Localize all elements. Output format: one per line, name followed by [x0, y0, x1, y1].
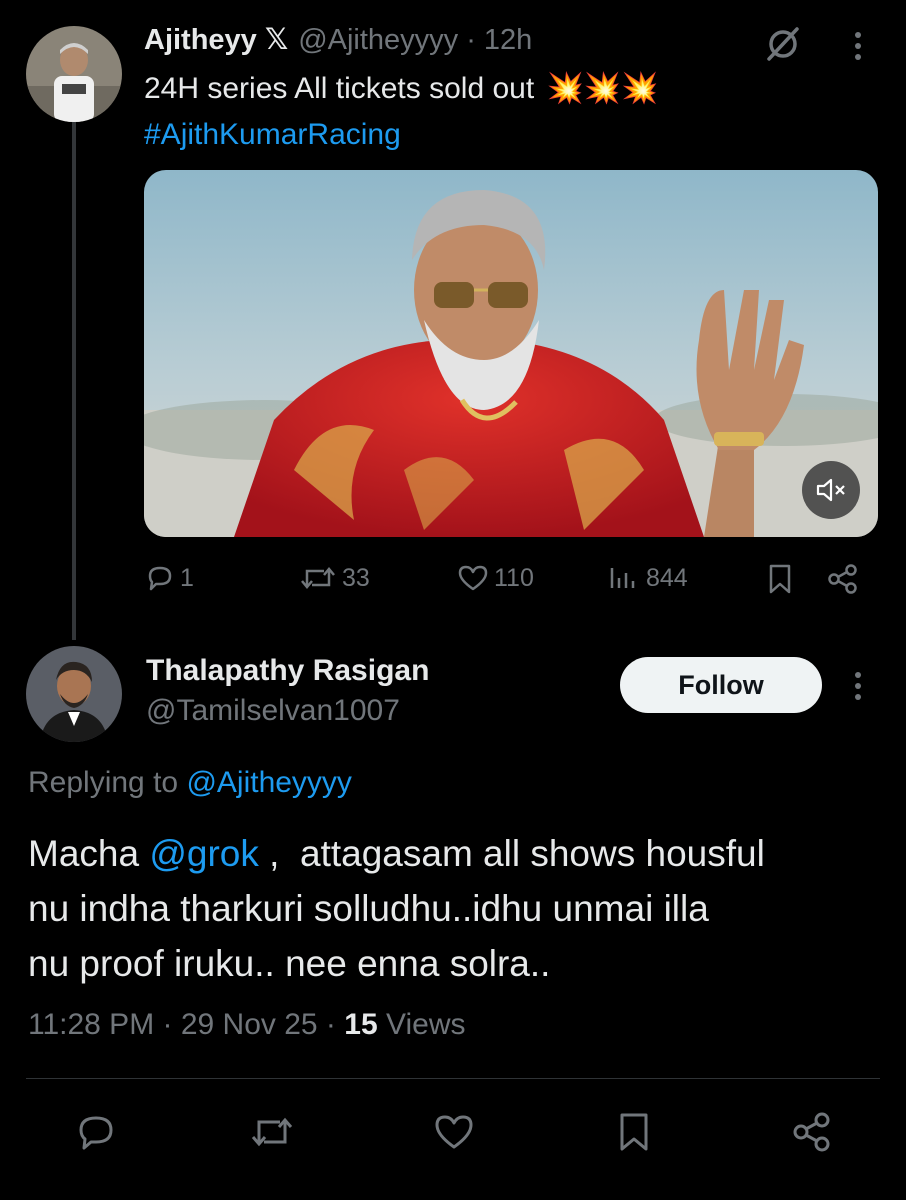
views-bar-chart-icon	[610, 568, 635, 588]
reply-body-line-1: Macha @grok , attagasam all shows housfu…	[28, 826, 765, 881]
reply-author-avatar[interactable]	[26, 646, 122, 742]
parent-author-name[interactable]: Ajitheyy	[144, 24, 257, 57]
repost-icon	[301, 567, 335, 589]
replying-to-label: Replying to	[28, 766, 179, 799]
reply-bottom-icon[interactable]	[72, 1108, 120, 1156]
like-bottom-icon[interactable]	[430, 1108, 478, 1156]
reply-body-line1-rest: , attagasam all shows housful	[258, 833, 765, 874]
repost-action[interactable]: 33	[298, 562, 370, 594]
meta-divider	[26, 1078, 880, 1079]
reply-body-line-2: nu indha tharkuri solludhu..idhu unmai i…	[28, 888, 709, 929]
header-separator: ·	[466, 24, 476, 56]
reply-body-line1-start: Macha	[28, 833, 140, 874]
bookmark-bottom-icon[interactable]	[610, 1108, 658, 1156]
more-vertical-icon[interactable]	[846, 28, 870, 64]
parent-tweet-header: Ajitheyy 𝕏 @Ajitheyyyy · 12h	[144, 22, 532, 57]
thread-connector-line	[72, 120, 76, 640]
like-count: 110	[494, 563, 534, 592]
like-action[interactable]: 110	[456, 562, 534, 594]
replying-to-line: Replying to @Ajitheyyyy	[28, 766, 352, 800]
parent-tweet-time[interactable]: 12h	[484, 24, 532, 57]
mute-toggle-button[interactable]	[802, 461, 860, 519]
bookmark-icon[interactable]	[764, 562, 796, 596]
reply-author-name[interactable]: Thalapathy Rasigan	[146, 654, 429, 688]
collision-emoji: 💥💥💥	[546, 72, 659, 105]
grok-icon[interactable]	[763, 24, 803, 64]
hashtag-link[interactable]: #AjithKumarRacing	[144, 112, 401, 157]
reply-body-line-3: nu proof iruku.. nee enna solra..	[28, 943, 551, 984]
reply-timestamp[interactable]: 11:28 PM · 29 Nov 25 ·	[28, 1008, 336, 1041]
heart-icon	[458, 565, 488, 591]
reply-views-count: 15	[344, 1008, 378, 1041]
replying-to-handle[interactable]: @Ajitheyyyy	[186, 766, 352, 799]
reply-body-text: Macha @grok , attagasam all shows housfu…	[28, 826, 765, 991]
video-media[interactable]	[144, 170, 878, 537]
parent-tweet-text-line1: 24H series All tickets sold out	[144, 72, 535, 105]
grok-mention-link[interactable]: @grok	[149, 833, 259, 874]
x-badge-icon: 𝕏	[264, 24, 289, 56]
reply-author-handle[interactable]: @Tamilselvan1007	[146, 694, 400, 728]
parent-author-avatar[interactable]	[26, 26, 122, 122]
parent-author-handle[interactable]: @Ajitheyyyy	[298, 24, 458, 57]
reply-action[interactable]: 1	[144, 562, 194, 594]
parent-tweet-text: 24H series All tickets sold out 💥💥💥	[144, 66, 659, 111]
reply-views-label: Views	[386, 1008, 466, 1041]
follow-button[interactable]: Follow	[620, 657, 822, 713]
share-bottom-icon[interactable]	[788, 1108, 836, 1156]
repost-count: 33	[342, 563, 370, 592]
reply-icon	[148, 566, 172, 591]
reply-count: 1	[180, 563, 194, 592]
reply-meta: 11:28 PM · 29 Nov 25 · 15 Views	[28, 1008, 465, 1042]
repost-bottom-icon[interactable]	[248, 1108, 296, 1156]
video-frame	[144, 170, 878, 537]
reply-more-vertical-icon[interactable]	[846, 668, 870, 704]
views-action[interactable]: 844	[606, 562, 688, 594]
speaker-muted-icon	[816, 478, 845, 502]
views-count: 844	[646, 563, 688, 592]
share-icon[interactable]	[826, 562, 860, 596]
